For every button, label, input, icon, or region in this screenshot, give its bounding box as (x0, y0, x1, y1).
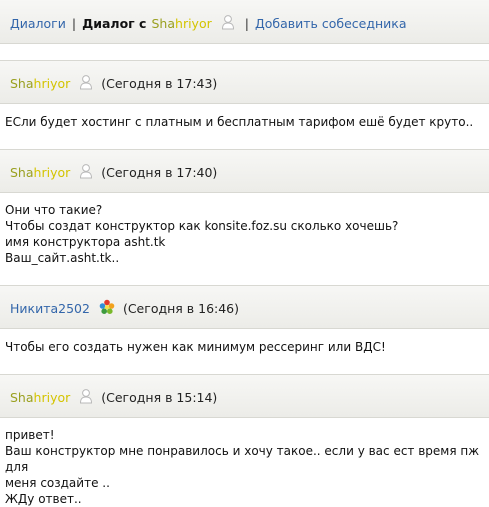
message-line: Чтобы его создать нужен как минимум ресс… (5, 340, 386, 354)
message-header: Shahriyor (Сегодня в 17:43) (0, 60, 489, 104)
dialogs-link[interactable]: Диалоги (10, 16, 66, 31)
message-line: меня создайте .. (5, 476, 110, 490)
message-author-link[interactable]: Никита2502 (10, 301, 90, 316)
add-interlocutor-link[interactable]: Добавить собеседника (255, 16, 407, 31)
message-line: ЖДу ответ.. (5, 492, 82, 506)
message-time: (Сегодня в 16:46) (122, 301, 240, 316)
message-line: Они что такие? (5, 203, 103, 217)
message-line: имя конструктора asht.tk (5, 235, 166, 249)
separator: | (71, 16, 77, 31)
message-line: ЕСли будет хостинг с платным и бесплатны… (5, 115, 474, 129)
message-line: Ваш конструктор мне понравилось и хочу т… (5, 444, 483, 474)
message-body: ЕСли будет хостинг с платным и бесплатны… (5, 114, 485, 130)
dialog-header-bar: Диалоги | Диалог с Shahriyor | Добавить … (0, 0, 489, 44)
user-offline-icon (79, 163, 93, 182)
author-name-part1: Sha (10, 76, 34, 91)
message-line: привет! (5, 428, 55, 442)
message-line: Чтобы создат конструктор как konsite.foz… (5, 219, 399, 233)
separator-2: | (244, 16, 249, 31)
author-name-part1: Sha (10, 390, 34, 405)
message-time: (Сегодня в 17:43) (101, 76, 218, 91)
dialog-breadcrumb: Диалоги | Диалог с Shahriyor | Добавить … (10, 14, 406, 33)
message-body: Чтобы его создать нужен как минимум ресс… (5, 339, 485, 355)
user-offline-icon (79, 74, 93, 93)
author-name-part2: hriyor (33, 76, 71, 91)
message-body: привет! Ваш конструктор мне понравилось … (5, 427, 485, 507)
dialog-with-label: Диалог с (82, 16, 147, 31)
message-header: Shahriyor (Сегодня в 15:14) (0, 374, 489, 418)
message-time: (Сегодня в 15:14) (101, 390, 218, 405)
partner-name-link[interactable]: Shahriyor (151, 16, 211, 31)
message-line: Ваш_сайт.asht.tk.. (5, 251, 120, 265)
message-header: Shahriyor (Сегодня в 17:40) (0, 149, 489, 193)
author-name-part1: Sha (10, 165, 34, 180)
partner-name-part2: hriyor (175, 16, 212, 31)
user-offline-icon (221, 14, 235, 33)
user-online-flower-icon (99, 299, 115, 318)
message-author-link[interactable]: Shahriyor (10, 165, 70, 180)
message-time: (Сегодня в 17:40) (101, 165, 218, 180)
user-offline-icon (79, 388, 93, 407)
message-author-link[interactable]: Shahriyor (10, 390, 70, 405)
partner-name-part1: Sha (151, 16, 176, 31)
message-body: Они что такие? Чтобы создат конструктор … (5, 202, 485, 266)
author-name-part2: hriyor (33, 165, 71, 180)
message-author-link[interactable]: Shahriyor (10, 76, 70, 91)
author-name-part2: hriyor (33, 390, 71, 405)
message-header: Никита2502 (Сегодня в 16:46) (0, 285, 489, 329)
